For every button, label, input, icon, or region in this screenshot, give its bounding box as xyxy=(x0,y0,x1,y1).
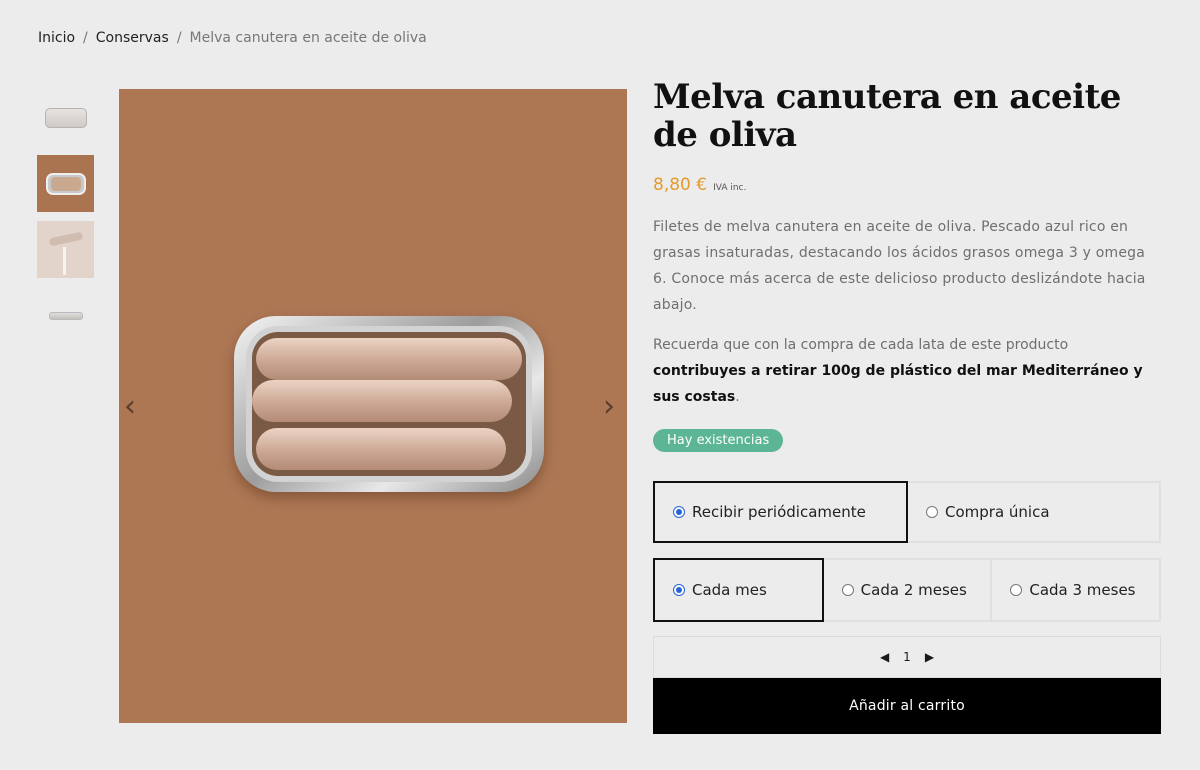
quantity-value[interactable]: 1 xyxy=(903,650,911,664)
impact-suffix: . xyxy=(735,389,740,405)
impact-text: Recuerda que con la compra de cada lata … xyxy=(653,332,1163,410)
breadcrumb-separator: / xyxy=(176,30,182,46)
radio-icon[interactable] xyxy=(1010,584,1023,596)
stock-badge: Hay existencias xyxy=(653,429,784,452)
fork-image xyxy=(63,247,66,275)
tin-closed-image xyxy=(44,107,87,128)
product-info: Melva canutera en aceite de oliva 8,80 €… xyxy=(653,78,1163,452)
increase-quantity-icon[interactable]: ▶ xyxy=(925,650,934,664)
radio-icon[interactable] xyxy=(841,584,854,596)
thumbnail-fish-fork[interactable] xyxy=(37,221,94,278)
option-every-month[interactable]: Cada mes xyxy=(653,558,824,622)
breadcrumb-category-link[interactable]: Conservas xyxy=(96,30,169,46)
option-one-time[interactable]: Compra única xyxy=(906,481,1161,543)
frequency-options: Cada mes Cada 2 meses Cada 3 meses xyxy=(653,558,1162,622)
product-description: Filetes de melva canutera en aceite de o… xyxy=(653,219,1146,313)
option-label: Cada 2 meses xyxy=(860,581,967,599)
option-subscribe[interactable]: Recibir periódicamente xyxy=(653,481,908,543)
impact-bold: contribuyes a retirar 100g de plástico d… xyxy=(653,363,1143,405)
decrease-quantity-icon[interactable]: ◀ xyxy=(880,650,889,664)
radio-icon[interactable] xyxy=(673,584,685,596)
purchase-mode-options: Recibir periódicamente Compra única xyxy=(653,481,1161,543)
option-label: Recibir periódicamente xyxy=(692,503,866,521)
gallery-next-arrow-icon[interactable]: › xyxy=(603,392,615,422)
thumbnail-list xyxy=(37,89,94,353)
impact-prefix: Recuerda que con la compra de cada lata … xyxy=(653,337,1069,353)
breadcrumb-separator: / xyxy=(83,30,88,46)
breadcrumb: Inicio / Conservas / Melva canutera en a… xyxy=(38,30,427,46)
option-every-3-months[interactable]: Cada 3 meses xyxy=(990,558,1162,622)
option-label: Cada 3 meses xyxy=(1029,581,1136,599)
tin-side-image xyxy=(48,311,83,320)
add-to-cart-button[interactable]: Añadir al carrito xyxy=(653,678,1161,734)
breadcrumb-current: Melva canutera en aceite de oliva xyxy=(189,30,427,46)
option-label: Cada mes xyxy=(692,581,767,599)
open-tin-image xyxy=(234,316,544,492)
tin-open-image xyxy=(45,172,86,195)
thumbnail-tin-side[interactable] xyxy=(37,287,94,344)
gallery-prev-arrow-icon[interactable]: ‹ xyxy=(124,392,136,422)
thumbnail-tin-open[interactable] xyxy=(37,155,94,212)
breadcrumb-home-link[interactable]: Inicio xyxy=(38,30,75,46)
thumbnail-tin-closed[interactable] xyxy=(37,89,94,146)
product-price: 8,80 € xyxy=(653,175,708,195)
radio-icon[interactable] xyxy=(926,506,938,518)
price-row: 8,80 € IVA inc. xyxy=(653,175,1163,195)
fish-image xyxy=(48,231,84,247)
quantity-stepper: ◀ 1 ▶ xyxy=(653,636,1161,678)
tax-note: IVA inc. xyxy=(713,183,747,193)
product-title: Melva canutera en aceite de oliva xyxy=(653,77,1121,155)
radio-icon[interactable] xyxy=(673,506,685,518)
option-label: Compra única xyxy=(945,503,1050,521)
option-every-2-months[interactable]: Cada 2 meses xyxy=(821,558,993,622)
